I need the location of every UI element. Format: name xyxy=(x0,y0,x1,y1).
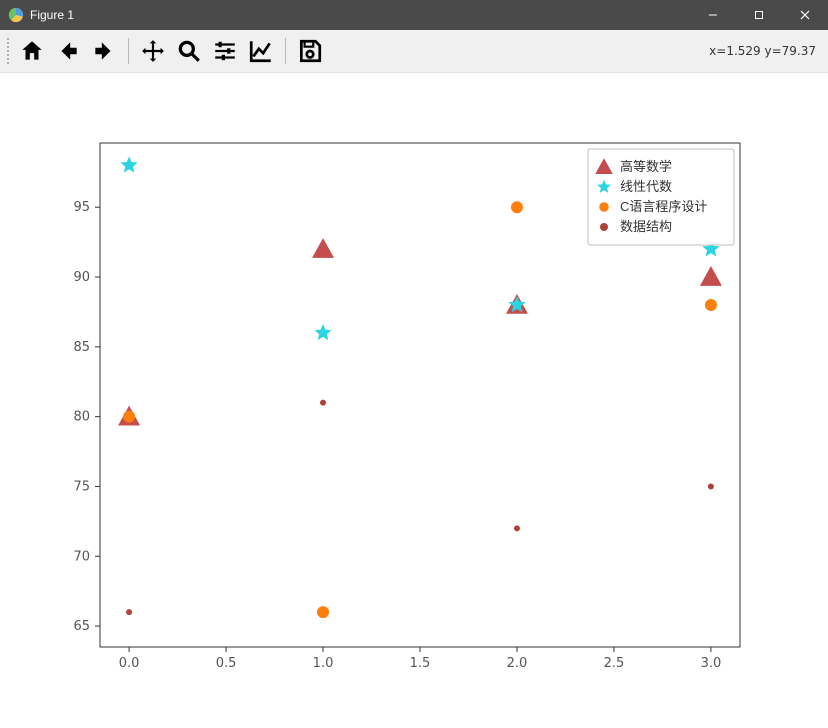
matplotlib-toolbar: x=1.529 y=79.37 xyxy=(0,30,828,73)
save-button[interactable] xyxy=(293,34,327,68)
minimize-button[interactable] xyxy=(690,0,736,30)
arrow-left-icon xyxy=(55,38,81,64)
svg-text:90: 90 xyxy=(73,270,90,285)
toolbar-separator xyxy=(128,38,129,64)
move-icon xyxy=(140,38,166,64)
toolbar-separator xyxy=(285,38,286,64)
app-icon xyxy=(8,7,24,23)
home-icon xyxy=(19,38,45,64)
zoom-icon xyxy=(176,38,202,64)
zoom-button[interactable] xyxy=(172,34,206,68)
window-titlebar: Figure 1 xyxy=(0,0,828,30)
svg-text:95: 95 xyxy=(73,200,90,215)
save-icon xyxy=(297,38,323,64)
svg-text:80: 80 xyxy=(73,410,90,425)
maximize-button[interactable] xyxy=(736,0,782,30)
figure-canvas[interactable]: 0.0 0.5 1.0 1.5 2.0 2.5 3.0 65 70 75 80 85 90 95 高等数学线… xyxy=(0,73,828,728)
pan-button[interactable] xyxy=(136,34,170,68)
toolbar-grip xyxy=(6,37,10,65)
svg-text:3.0: 3.0 xyxy=(701,656,722,671)
edit-axes-button[interactable] xyxy=(244,34,278,68)
svg-text:70: 70 xyxy=(73,549,90,564)
back-button[interactable] xyxy=(51,34,85,68)
home-button[interactable] xyxy=(15,34,49,68)
svg-text:1.0: 1.0 xyxy=(313,656,334,671)
svg-text:0.5: 0.5 xyxy=(216,656,237,671)
window-title: Figure 1 xyxy=(30,8,74,22)
svg-text:数据结构: 数据结构 xyxy=(620,219,672,234)
forward-button[interactable] xyxy=(87,34,121,68)
close-button[interactable] xyxy=(782,0,828,30)
svg-text:C语言程序设计: C语言程序设计 xyxy=(620,199,707,214)
svg-text:高等数学: 高等数学 xyxy=(620,159,672,174)
svg-text:2.5: 2.5 xyxy=(604,656,625,671)
cursor-coordinates: x=1.529 y=79.37 xyxy=(709,44,822,58)
svg-text:线性代数: 线性代数 xyxy=(620,179,672,194)
svg-text:1.5: 1.5 xyxy=(410,656,431,671)
svg-text:75: 75 xyxy=(73,479,90,494)
svg-text:85: 85 xyxy=(73,340,90,355)
configure-subplots-button[interactable] xyxy=(208,34,242,68)
chart-line-icon xyxy=(248,38,274,64)
svg-text:65: 65 xyxy=(73,619,90,634)
scatter-plot: 0.0 0.5 1.0 1.5 2.0 2.5 3.0 65 70 75 80 85 90 95 高等数学线… xyxy=(0,73,828,728)
svg-text:0.0: 0.0 xyxy=(119,656,140,671)
svg-text:2.0: 2.0 xyxy=(507,656,528,671)
arrow-right-icon xyxy=(91,38,117,64)
sliders-icon xyxy=(212,38,238,64)
